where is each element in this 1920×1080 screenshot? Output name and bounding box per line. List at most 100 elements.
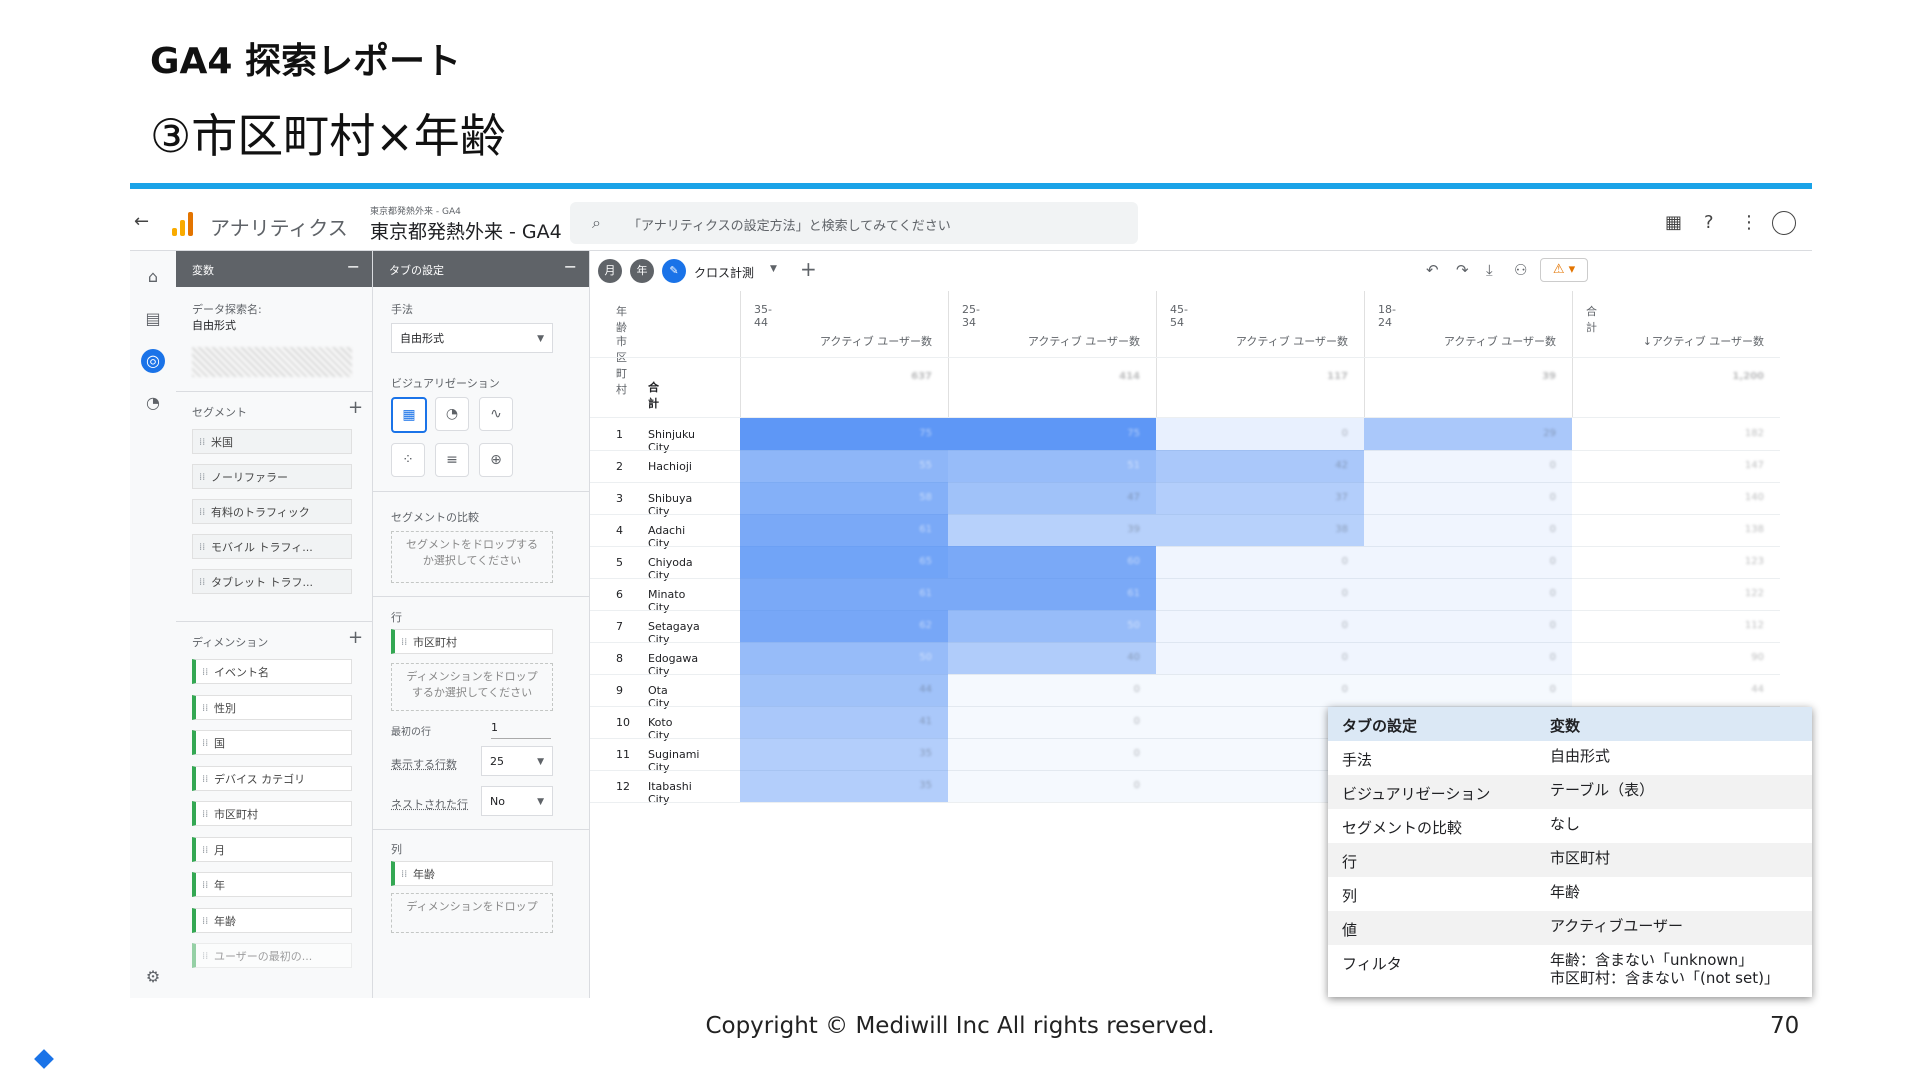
cell-value: 61 [919,588,932,599]
donut-chart-icon[interactable]: ◔ [435,397,469,431]
share-user-icon[interactable]: ⚇ [1514,261,1527,279]
reports-icon[interactable]: ▤ [141,307,165,331]
tab-menu-chevron-icon[interactable]: ▼ [770,264,777,274]
nested-rows-select[interactable]: No ▼ [481,786,553,816]
avatar-icon[interactable] [1772,211,1796,235]
dimension-chip[interactable]: ⁞⁞ デバイス カテゴリ [192,765,352,791]
dimension-chip[interactable]: ⁞⁞ 性別 [192,694,352,720]
redo-icon[interactable]: ↷ [1456,261,1469,279]
geo-map-icon[interactable]: ⊕ [479,443,513,477]
dimension-chip[interactable]: ⁞⁞ ユーザーの最初の... [192,943,352,968]
year-badge[interactable]: 年 [630,259,654,283]
add-tab-button[interactable]: + [800,257,817,281]
home-icon[interactable]: ⌂ [141,265,165,289]
total-value: 39 [1542,371,1556,382]
segment-chip[interactable]: ⁞⁞ タブレット トラフ... [192,569,352,594]
app-name: アナリティクス [210,216,348,240]
column-dimension-chip[interactable]: ⁞⁞ 年齢 [391,861,553,886]
cell-value: 29 [1543,428,1556,439]
summary-value: テーブル（表） [1550,781,1654,799]
search-input[interactable]: ⌕ 「アナリティクスの設定方法」と検索してみてください [570,202,1138,244]
segment-chip[interactable]: ⁞⁞ ノーリファラー [192,464,352,489]
city-name[interactable]: Hachioji [648,460,692,473]
page-number: 70 [1770,1013,1800,1039]
dimension-chip[interactable]: ⁞⁞ 国 [192,730,352,755]
advertising-icon[interactable]: ◔ [141,391,165,415]
arrow-left-icon[interactable]: ← [134,211,149,232]
column-dropzone[interactable]: ディメンションをドロップ [391,893,553,933]
metric-header[interactable]: アクティブ ユーザー数 [740,333,932,349]
month-badge[interactable]: 月 [598,259,622,283]
cell-value: 147 [1744,460,1764,471]
column-header-age-bucket[interactable]: 合計 [1586,303,1597,335]
drag-handle-icon: ⁞⁞ [202,880,209,891]
dimension-chip[interactable]: ⁞⁞ 年齢 [192,907,352,933]
add-segment-button[interactable]: + [348,397,363,418]
settings-summary-table: タブの設定 変数 手法 自由形式 ビジュアリゼーション テーブル（表） セグメントの比較… [1328,707,1812,997]
row-dimension-chip[interactable]: ⁞⁞ 市区町村 [391,629,553,654]
settings-gear-icon[interactable]: ⚙ [141,965,165,989]
column-divider [1364,291,1365,418]
cell-value: 112 [1744,620,1764,631]
table-cell: 0 [948,770,1156,802]
scatter-plot-icon[interactable]: ⁘ [391,443,425,477]
apps-grid-icon[interactable]: ▦ [1665,212,1682,233]
collapse-tab-settings-button[interactable]: − [564,257,577,276]
rows-shown-select[interactable]: 25 ▼ [481,746,553,776]
line-chart-icon[interactable]: ∿ [479,397,513,431]
summary-header-right: 変数 [1550,717,1581,735]
dimension-chip[interactable]: ⁞⁞ 年 [192,872,352,897]
bar-chart-icon[interactable]: ≡ [435,443,469,477]
table-cell: 62 [740,610,948,642]
row-dropzone[interactable]: ディメンションをドロップ するか選択してください [391,663,553,711]
table-cell: 50 [948,610,1156,642]
summary-row: ビジュアリゼーション テーブル（表） [1328,775,1812,809]
metric-header[interactable]: ↓アクティブ ユーザー数 [1572,333,1764,349]
more-vert-icon[interactable]: ⋮ [1740,212,1758,233]
collapse-variables-button[interactable]: − [347,257,360,276]
technique-select[interactable]: 自由形式 ▼ [391,323,553,353]
download-icon[interactable]: ⤓ [1486,261,1493,279]
summary-value-line: なし [1550,815,1581,833]
column-dimension-label: 年齢 [413,868,435,881]
column-header-age-bucket[interactable]: 25-34 [962,303,980,329]
table-viz-icon[interactable]: ▦ [391,397,427,433]
segment-dropzone[interactable]: セグメントをドロップする か選択してください [391,531,553,583]
exploration-name[interactable]: 自由形式 [192,317,236,333]
summary-value-line: アクティブユーザー [1550,917,1684,935]
cell-value: 123 [1744,556,1764,567]
table-cell: 29 [1364,418,1572,450]
table-cell: 0 [1156,674,1364,706]
dimension-chip[interactable]: ⁞⁞ 市区町村 [192,801,352,826]
metric-header[interactable]: アクティブ ユーザー数 [948,333,1140,349]
cell-value: 182 [1744,428,1764,439]
edit-pencil-icon[interactable]: ✎ [662,259,686,283]
metric-header[interactable]: アクティブ ユーザー数 [1364,333,1556,349]
dimension-chip[interactable]: ⁞⁞ イベント名 [192,659,352,684]
row-number: 12 [616,780,630,793]
dimension-chip[interactable]: ⁞⁞ 月 [192,836,352,862]
metric-header[interactable]: アクティブ ユーザー数 [1156,333,1348,349]
column-header-age-bucket[interactable]: 45-54 [1170,303,1188,329]
column-header-age-bucket[interactable]: 18-24 [1378,303,1396,329]
help-icon[interactable]: ? [1704,212,1714,233]
table-cell: 35 [740,738,948,770]
summary-value-line: テーブル（表） [1550,781,1655,799]
warning-icon[interactable]: ⚠ ▾ [1540,258,1588,282]
summary-value: 自由形式 [1550,747,1610,765]
property-path[interactable]: 東京都発熱外来 - GA4 [370,204,461,217]
property-selector[interactable]: 東京都発熱外来 - GA4 [370,217,562,244]
cell-value: 0 [1341,556,1348,567]
cell-value: 0 [1133,748,1140,759]
segment-chip[interactable]: ⁞⁞ 米国 [192,429,352,454]
undo-icon[interactable]: ↶ [1426,261,1439,279]
segment-chip[interactable]: ⁞⁞ 有料のトラフィック [192,499,352,524]
add-dimension-button[interactable]: + [348,627,363,648]
cell-value: 44 [1751,684,1764,695]
segment-chip[interactable]: ⁞⁞ モバイル トラフィ... [192,534,352,559]
tab-cross-measure[interactable]: クロス計測 [694,264,754,281]
first-row-input[interactable]: 1 [491,721,551,739]
column-header-age-bucket[interactable]: 35-44 [754,303,772,329]
table-cell: 0 [948,706,1156,738]
explore-icon[interactable]: ◎ [141,349,165,373]
